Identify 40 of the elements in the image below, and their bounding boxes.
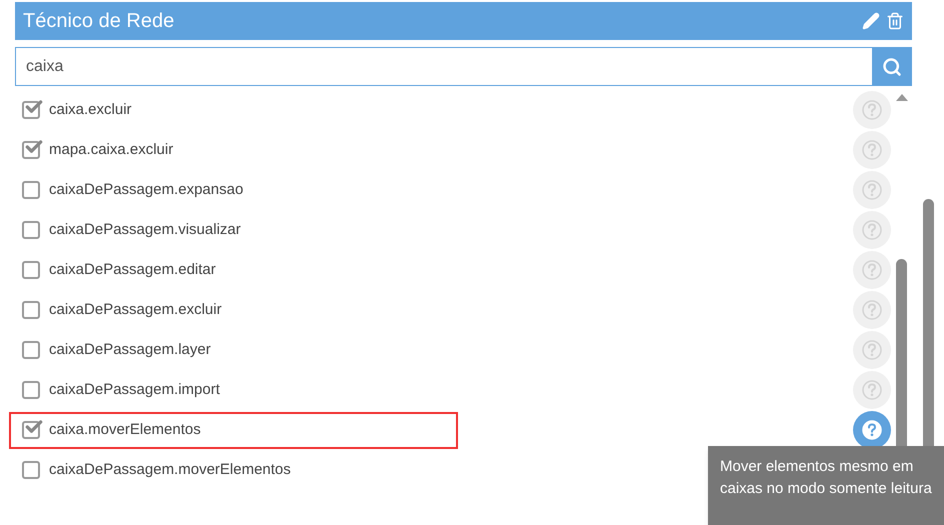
permission-label: caixaDePassagem.layer	[49, 340, 211, 360]
delete-button[interactable]	[886, 12, 904, 30]
checkbox[interactable]	[22, 181, 40, 199]
permission-label: caixaDePassagem.import	[49, 380, 220, 400]
checkbox[interactable]	[22, 381, 40, 399]
permission-label: caixaDePassagem.editar	[49, 260, 216, 280]
permission-label: caixaDePassagem.visualizar	[49, 220, 241, 240]
permission-label: caixaDePassagem.moverElementos	[49, 460, 291, 480]
checkbox[interactable]	[22, 301, 40, 319]
question-icon	[862, 140, 882, 160]
question-icon	[862, 340, 882, 360]
question-icon	[862, 180, 882, 200]
pencil-icon	[862, 12, 880, 30]
checkbox[interactable]	[22, 141, 40, 159]
question-icon	[862, 100, 882, 120]
checkbox[interactable]	[22, 461, 40, 479]
search-icon	[882, 56, 902, 76]
question-icon	[862, 380, 882, 400]
permission-label: mapa.caixa.excluir	[49, 140, 174, 160]
help-button[interactable]	[853, 411, 891, 449]
panel-title: Técnico de Rede	[23, 9, 176, 34]
checkbox[interactable]	[22, 421, 40, 439]
checkbox[interactable]	[22, 101, 40, 119]
permission-label: caixaDePassagem.excluir	[49, 300, 222, 320]
tooltip-text: Mover elementos mesmo em caixas no modo somente leitura	[720, 457, 933, 499]
question-icon	[862, 260, 882, 280]
search-input[interactable]: caixa	[16, 48, 872, 85]
question-icon	[862, 420, 882, 440]
edit-button[interactable]	[862, 12, 880, 30]
permission-label: caixaDePassagem.expansao	[49, 180, 244, 200]
checkbox[interactable]	[22, 341, 40, 359]
question-icon	[862, 300, 882, 320]
checkbox[interactable]	[22, 261, 40, 279]
trash-icon	[886, 12, 904, 30]
permission-label: caixa.moverElementos	[49, 420, 201, 440]
checkbox[interactable]	[22, 221, 40, 239]
permission-label: caixa.excluir	[49, 100, 132, 120]
scroll-up-icon[interactable]	[896, 94, 908, 101]
question-icon	[862, 220, 882, 240]
search-button[interactable]	[872, 47, 912, 86]
